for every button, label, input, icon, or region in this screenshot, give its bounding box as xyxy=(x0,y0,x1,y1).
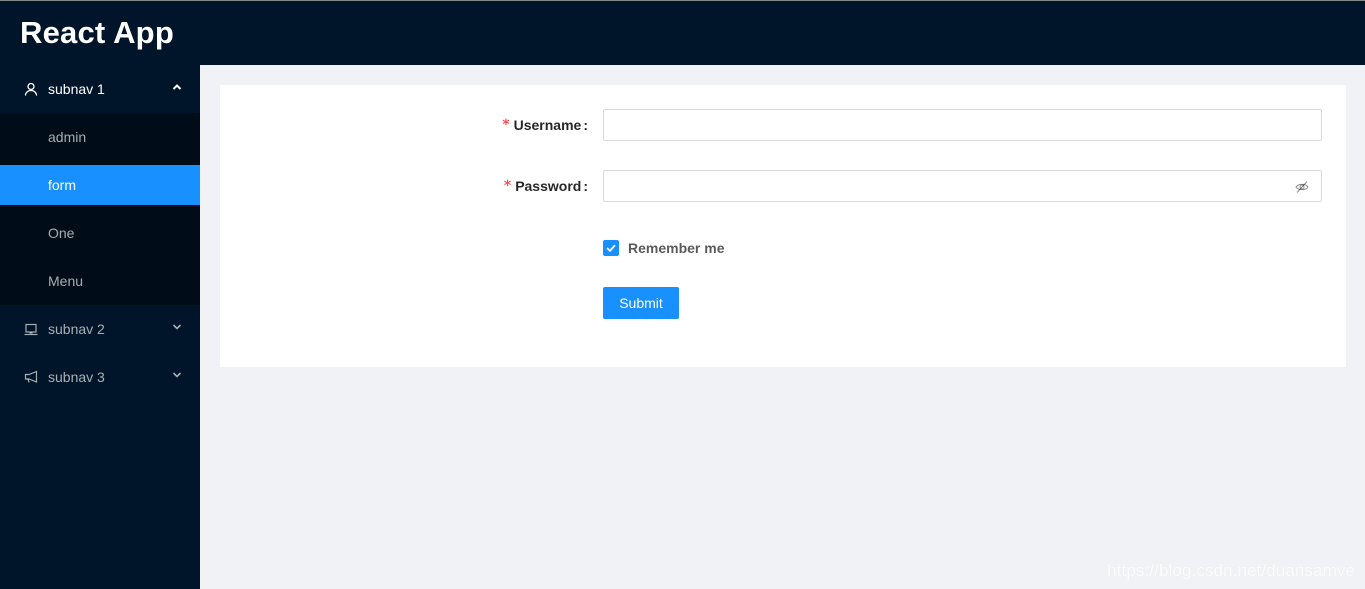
label-colon: : xyxy=(583,178,588,194)
submenu-subnav-1[interactable]: subnav 1 xyxy=(0,65,200,113)
menu-item-form[interactable]: form xyxy=(0,165,200,205)
submenu-subnav-2[interactable]: subnav 2 xyxy=(0,305,200,353)
username-input-wrapper xyxy=(603,109,1322,141)
submenu-label: subnav 2 xyxy=(48,321,105,337)
submenu-subnav-3[interactable]: subnav 3 xyxy=(0,353,200,401)
watermark-text: https://blog.csdn.net/duansamve xyxy=(1107,561,1355,580)
submenu-label: subnav 1 xyxy=(48,81,105,97)
submit-button[interactable]: Submit xyxy=(603,287,679,319)
username-row: * Username : xyxy=(220,109,1346,141)
label-colon: : xyxy=(583,117,588,133)
chevron-down-icon xyxy=(172,322,182,332)
sidebar: subnav 1 admin form One Menu subnav 2 su… xyxy=(0,65,200,589)
password-input[interactable] xyxy=(604,171,1321,201)
menu-item-admin[interactable]: admin xyxy=(0,113,200,161)
password-label-text: Password xyxy=(515,178,582,194)
form-card: * Username : * Password : Remember me Su… xyxy=(220,85,1346,367)
password-input-wrapper xyxy=(603,170,1322,202)
username-label-text: Username xyxy=(513,117,582,133)
menu-item-one[interactable]: One xyxy=(0,209,200,257)
required-mark: * xyxy=(503,178,512,194)
chevron-up-icon xyxy=(172,82,182,92)
notification-icon xyxy=(24,370,38,384)
required-mark: * xyxy=(502,117,510,133)
username-label: * Username : xyxy=(502,109,596,141)
password-label: * Password : xyxy=(504,170,596,202)
eye-invisible-icon[interactable] xyxy=(1295,180,1309,194)
user-icon xyxy=(24,82,38,96)
password-row: * Password : xyxy=(220,170,1346,202)
submenu-label: subnav 3 xyxy=(48,369,105,385)
menu-item-menu[interactable]: Menu xyxy=(0,257,200,305)
subnav-1-menu: admin form One Menu xyxy=(0,113,200,305)
app-header: React App xyxy=(0,0,1365,65)
remember-me-checkbox[interactable] xyxy=(603,240,619,256)
remember-me-label: Remember me xyxy=(628,240,725,256)
app-logo-title: React App xyxy=(20,15,174,50)
laptop-icon xyxy=(24,322,38,336)
chevron-down-icon xyxy=(172,370,182,380)
remember-me-checkbox-row[interactable]: Remember me xyxy=(603,240,725,256)
username-input[interactable] xyxy=(604,110,1321,140)
